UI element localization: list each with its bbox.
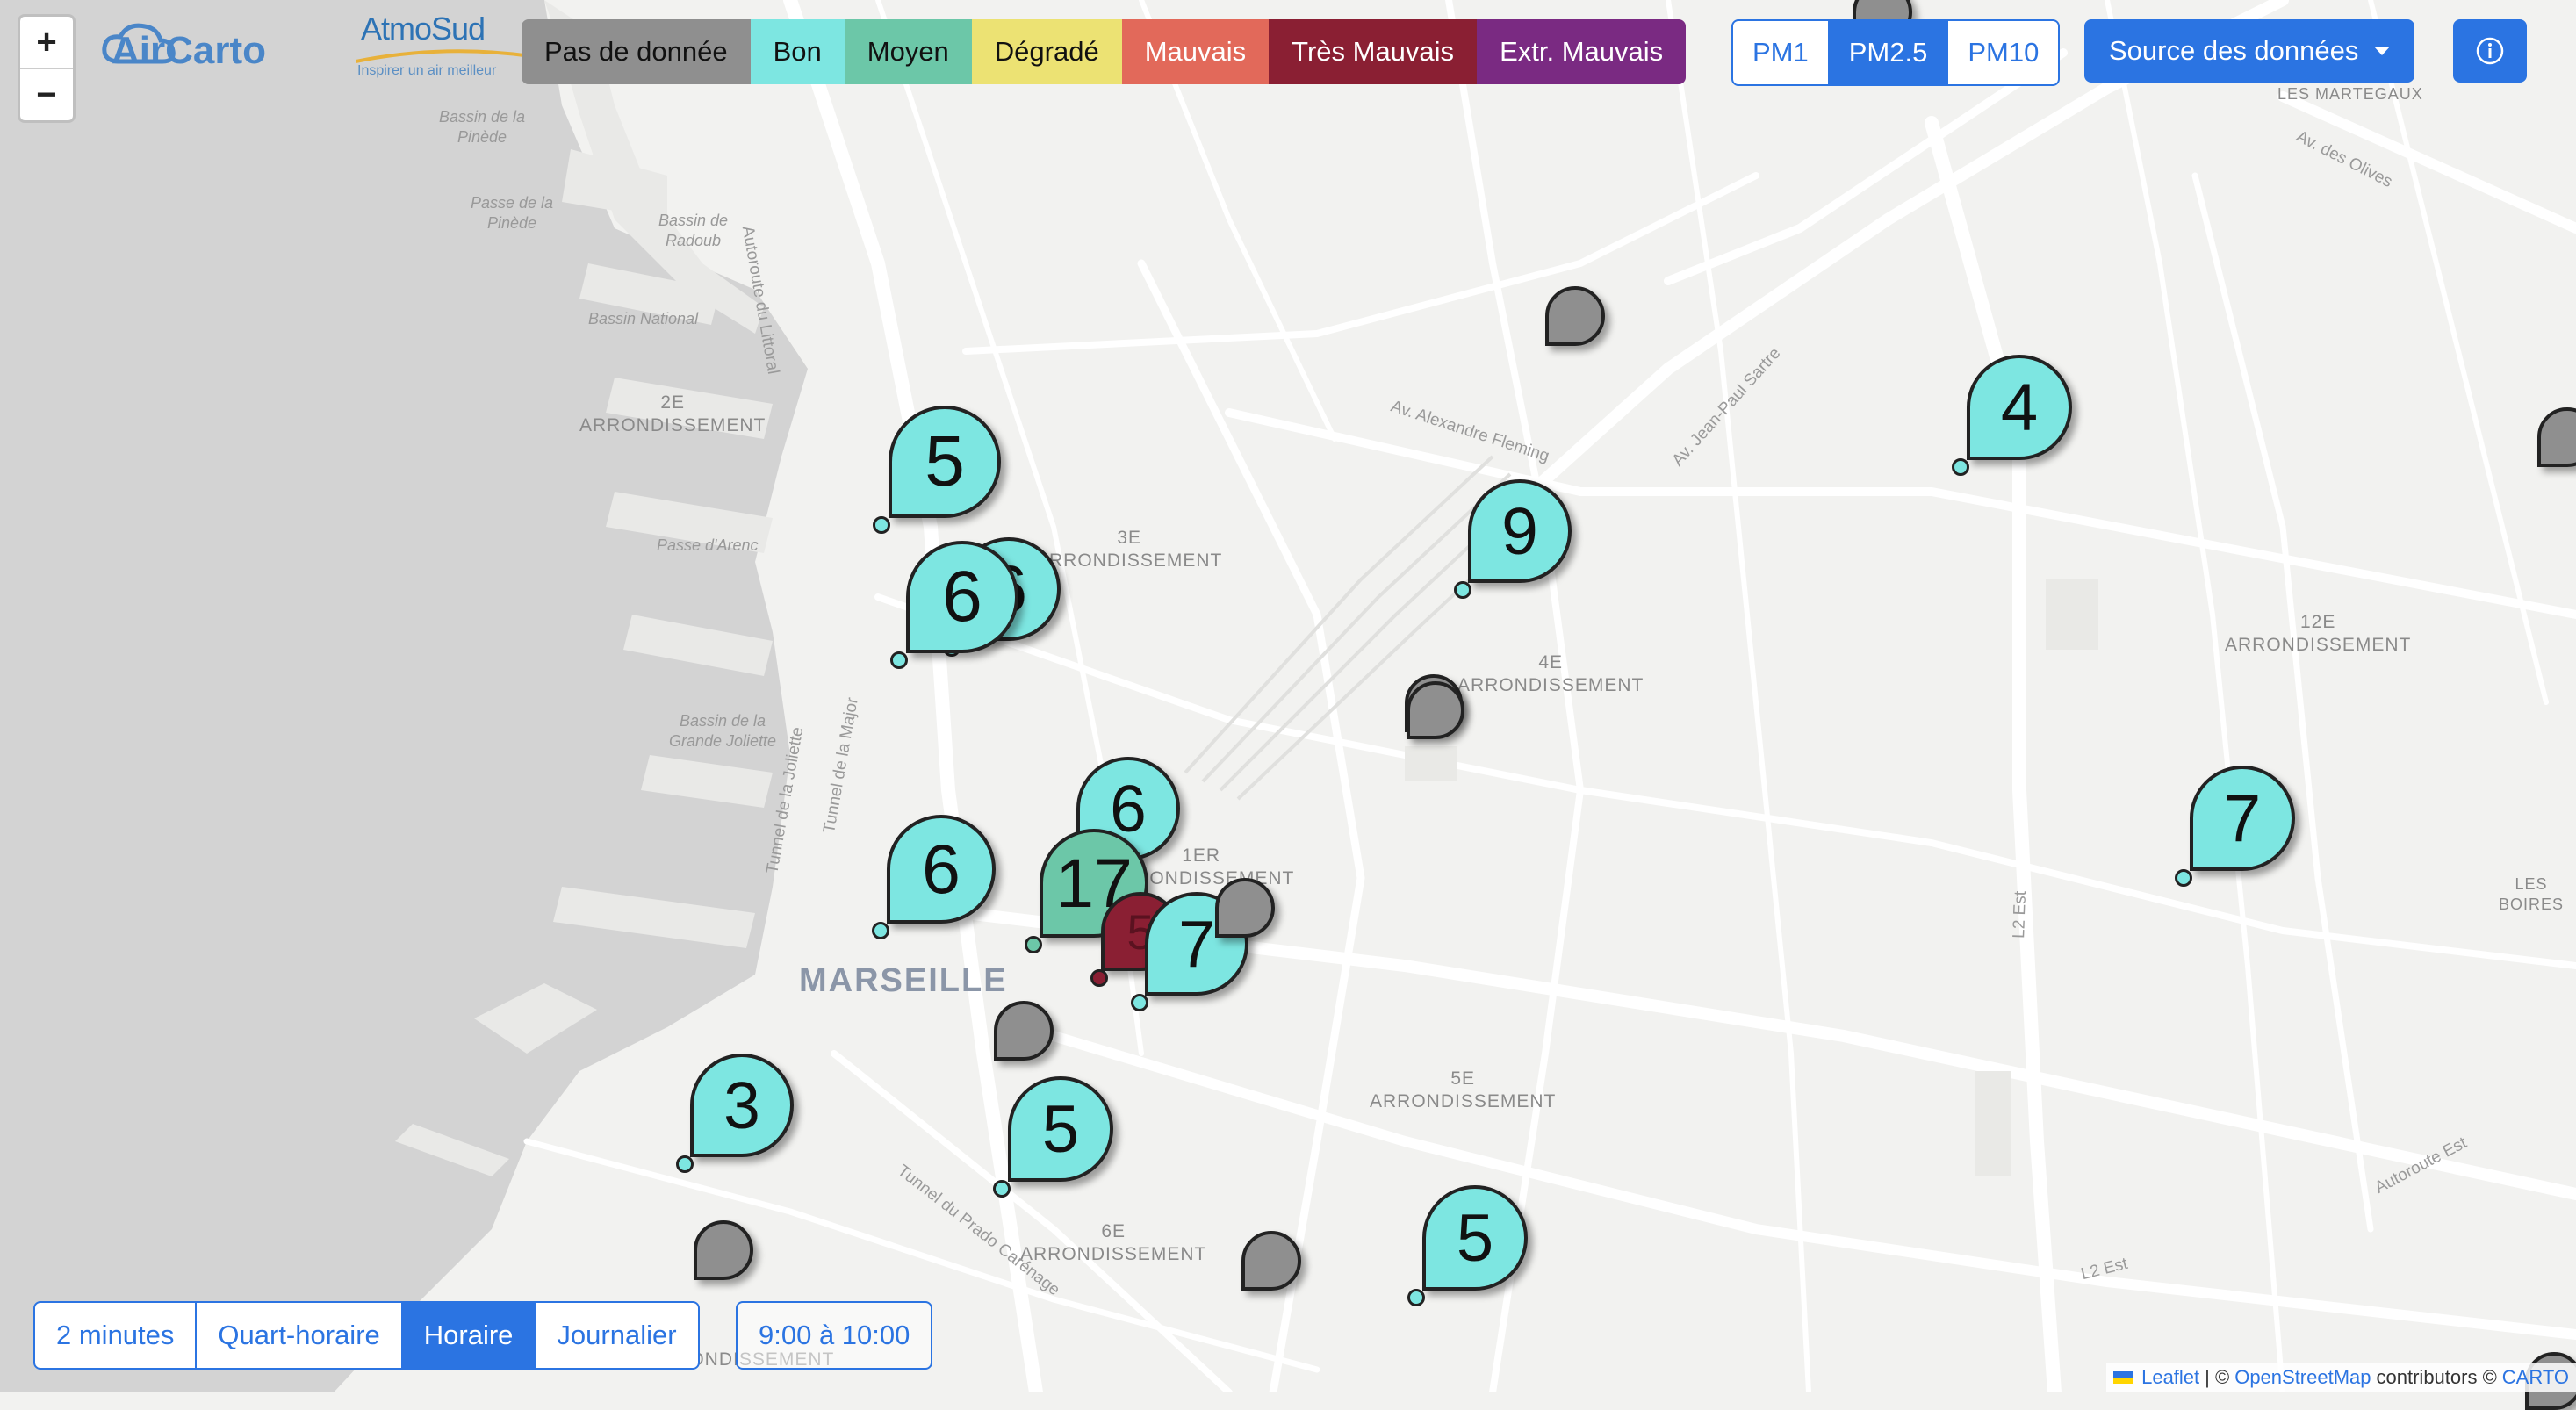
sensor-value: 6 [922,830,961,908]
bassin-radoub-label: Bassin de Radoub [658,212,729,249]
time-range-selector[interactable]: 9:00 à 10:00 [736,1301,933,1370]
city-label: MARSEILLE [799,962,1008,999]
bassin-pinede-label: Bassin de la Pinède [439,108,526,146]
sensor-pin[interactable]: 7 [2190,766,2295,871]
carto-link[interactable]: CARTO [2502,1366,2569,1389]
info-circle-icon [2476,37,2504,65]
info-button[interactable] [2453,19,2527,83]
pollutant-button-pm25[interactable]: PM2.5 [1827,21,1947,84]
les-boires-label: LES BOIRES [2498,875,2565,913]
arrondissement-5-label: 5E ARRONDISSEMENT [1370,1068,1557,1112]
sensor-pin[interactable] [1545,286,1605,346]
sensor-pin[interactable]: 3 [690,1054,794,1157]
bassin-national-label: Bassin National [588,310,699,327]
attribution-contributors: contributors © [2376,1366,2497,1388]
legend-item: Très Mauvais [1269,19,1478,84]
sensor-location-dot [871,922,889,939]
legend-item: Dégradé [971,19,1122,84]
sensor-value: 3 [723,1068,760,1142]
sensor-location-dot [873,516,890,534]
legend-item: Bon [750,19,845,84]
caret-down-icon [2374,47,2391,55]
leaflet-link[interactable]: Leaflet [2141,1366,2199,1389]
atmosud-tagline: Inspirer un air meilleur [357,63,497,78]
arrondissement-6-label: 6E ARRONDISSEMENT [1020,1221,1207,1265]
les-martegaux-label: LES MARTEGAUX [2277,85,2423,103]
sensor-pin[interactable] [994,1001,1054,1061]
arrondissement-4-label: 4E ARRONDISSEMENT [1457,652,1644,696]
atmosud-logo-text: AtmoSud [361,11,486,47]
sensor-value: 5 [1456,1200,1494,1276]
time-resolution-toggle: 2 minutes Quart-horaire Horaire Journalier [33,1301,700,1370]
sensor-pin[interactable] [1215,878,1275,938]
data-source-dropdown[interactable]: Source des données [2084,19,2415,83]
ukraine-flag-icon [2113,1371,2133,1384]
sensor-value: 7 [1178,907,1215,981]
sensor-value: 7 [2223,781,2262,856]
l2-est-label: L2 Est [2010,890,2030,939]
map-attribution: Leaflet | © OpenStreetMap contributors ©… [2106,1363,2576,1392]
sensor-pin[interactable]: 6 [887,815,996,924]
passe-pinede-label: Passe de la Pinède [471,194,554,232]
air-quality-legend: Pas de donnée Bon Moyen Dégradé Mauvais Très … [522,19,1687,84]
sensor-pin[interactable]: 6 [906,541,1018,653]
sensor-value: 4 [2000,370,2039,445]
sensor-value: 5 [925,421,965,501]
sensor-pin[interactable]: 5 [889,406,1001,518]
arrondissement-12-label: 12E ARRONDISSEMENT [2225,612,2412,656]
sensor-value: 5 [1041,1091,1080,1167]
time-button[interactable]: Horaire [400,1303,535,1368]
sensor-pin[interactable]: 5 [1008,1076,1113,1182]
sensor-location-dot [1090,969,1108,987]
sensor-location-dot [1024,936,1042,953]
sensor-pin[interactable] [1241,1231,1301,1291]
time-range-label: 9:00 à 10:00 [759,1320,910,1350]
sensor-pin[interactable] [694,1220,753,1280]
sensor-pin[interactable]: 9 [1468,479,1572,583]
aircarto-logo-text: AirCarto [112,29,266,72]
pollutant-button-pm10[interactable]: PM10 [1946,21,2058,84]
attribution-separator: | © [2205,1366,2230,1388]
sensor-pin[interactable]: 5 [1422,1185,1528,1291]
bassin-joliette-label: Bassin de la Grande Joliette [669,712,777,750]
pollutant-toggle: PM1 PM2.5 PM10 [1731,19,2061,86]
sensor-location-dot [890,651,908,669]
zoom-in-button[interactable]: + [20,17,73,68]
zoom-out-button[interactable]: − [20,68,73,120]
passe-arenc-label: Passe d'Arenc [657,536,759,554]
time-button[interactable]: Quart-horaire [195,1303,400,1368]
time-button[interactable]: Journalier [534,1303,697,1368]
arrondissement-2-label: 2E ARRONDISSEMENT [579,392,766,436]
zoom-control: + − [18,14,76,123]
sensor-value: 9 [1501,494,1538,568]
sensor-pin[interactable]: 4 [1967,355,2072,460]
aircarto-logo: AirCarto [102,23,266,72]
arrondissement-3-label: 3E ARRONDISSEMENT [1036,528,1223,572]
legend-item: Mauvais [1121,19,1270,84]
legend-item: Moyen [844,19,972,84]
sensor-value: 6 [942,557,982,637]
osm-link[interactable]: OpenStreetMap [2234,1366,2371,1389]
time-button[interactable]: 2 minutes [35,1303,195,1368]
map-canvas[interactable] [0,0,2576,1392]
legend-item: Extr. Mauvais [1477,19,1687,84]
legend-item: Pas de donnée [522,19,751,84]
sensor-location-dot [675,1155,694,1173]
pollutant-button-pm1[interactable]: PM1 [1733,21,1828,84]
sensor-location-dot [1453,581,1471,599]
atmosud-logo: AtmoSud Inspirer un air meilleur [356,5,531,84]
sensor-location-dot [1130,994,1148,1011]
sensor-pin[interactable] [1407,681,1464,739]
data-source-label: Source des données [2109,35,2359,66]
